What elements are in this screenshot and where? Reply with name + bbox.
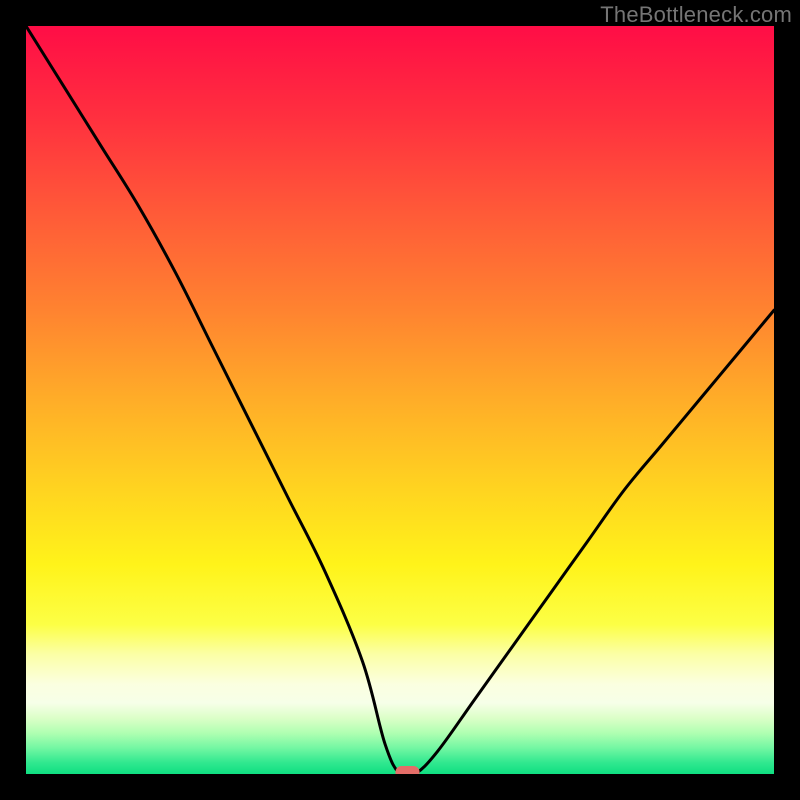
plot-svg <box>26 26 774 774</box>
optimal-marker <box>395 766 419 774</box>
chart-frame: TheBottleneck.com <box>0 0 800 800</box>
gradient-background <box>26 26 774 774</box>
plot-area <box>26 26 774 774</box>
watermark-label: TheBottleneck.com <box>600 2 792 28</box>
